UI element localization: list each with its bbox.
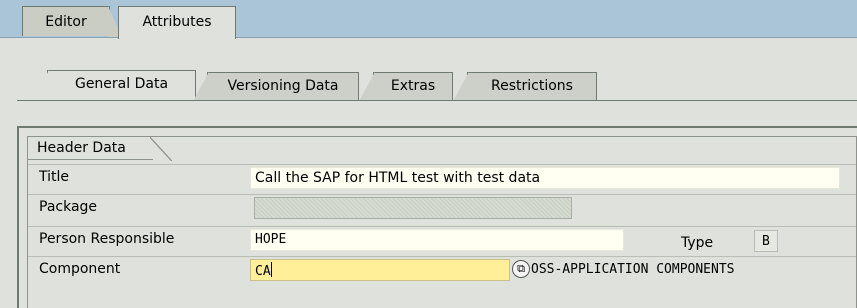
label-package: Package — [39, 199, 98, 215]
label-title: Title — [39, 169, 70, 185]
row-package: Package — [28, 194, 856, 219]
person-responsible-field[interactable]: HOPE — [250, 229, 624, 251]
tab-restrictions-label: Restrictions — [491, 78, 573, 94]
tab-attributes-label: Attributes — [142, 14, 212, 30]
tab-extras-label: Extras — [390, 78, 436, 94]
type-value: B — [754, 230, 778, 252]
tab-versioning-data-label: Versioning Data — [227, 78, 339, 94]
header-data-group — [27, 136, 857, 308]
row-person-responsible: Person Responsible HOPE — [28, 226, 856, 251]
title-field[interactable]: Call the SAP for HTML test with test dat… — [250, 167, 840, 189]
tab-editor[interactable]: Editor — [22, 6, 122, 37]
tab-general-data-label: General Data — [74, 76, 169, 92]
group-title-slant — [150, 137, 172, 161]
value-help-icon[interactable]: ⧉ — [512, 260, 530, 278]
tab-versioning-data[interactable]: Versioning Data — [193, 72, 359, 101]
component-value: CA — [255, 264, 271, 279]
tab-editor-label: Editor — [45, 14, 87, 30]
tab-restrictions[interactable]: Restrictions — [453, 72, 597, 101]
component-field[interactable]: CA — [250, 259, 510, 281]
row-title: Title Call the SAP for HTML test with te… — [28, 164, 856, 189]
tab-baseline — [17, 100, 857, 101]
label-component: Component — [39, 261, 121, 277]
label-type: Type — [681, 235, 714, 251]
package-field — [254, 197, 572, 219]
tab-attributes[interactable]: Attributes — [118, 6, 236, 39]
component-description: OSS-APPLICATION COMPONENTS — [531, 262, 735, 277]
tab-general-data[interactable]: General Data — [33, 70, 196, 102]
label-person-responsible: Person Responsible — [39, 231, 175, 247]
tab-extras[interactable]: Extras — [359, 72, 453, 101]
group-title: Header Data — [28, 137, 153, 160]
text-cursor — [270, 262, 272, 277]
